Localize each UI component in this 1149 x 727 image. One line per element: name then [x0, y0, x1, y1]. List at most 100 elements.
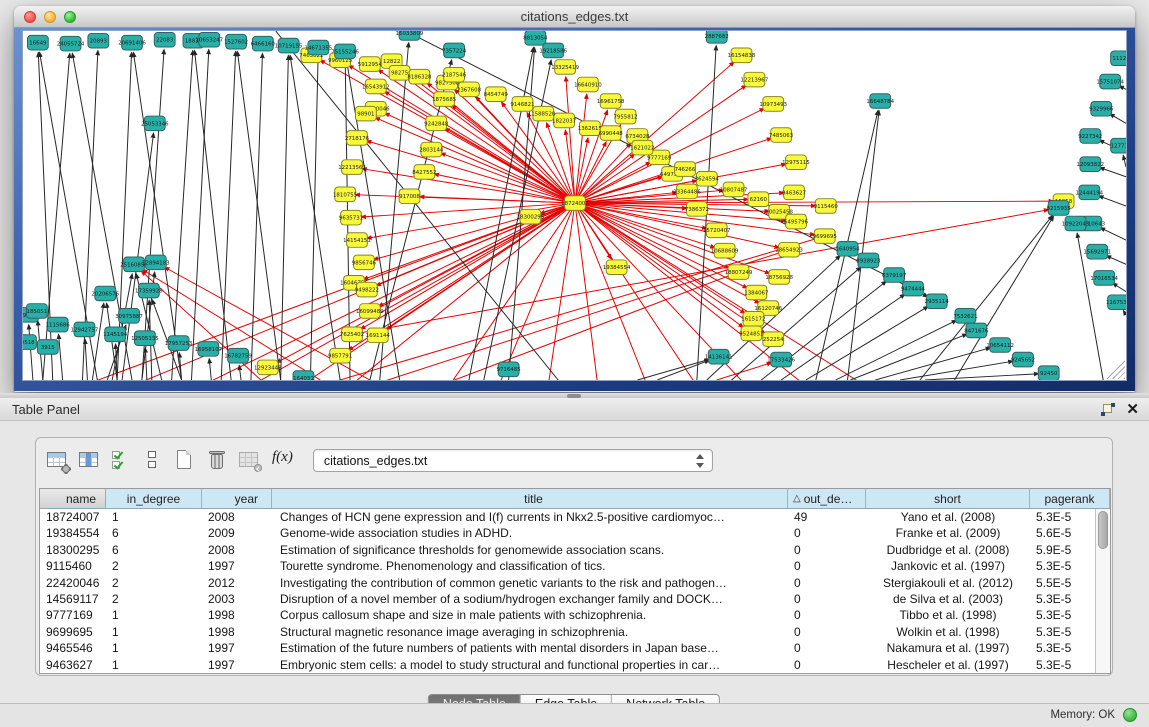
graph-node[interactable]: 10922043 [1062, 216, 1090, 231]
function-builder-icon[interactable]: f(x) [270, 449, 295, 471]
cell-name[interactable]: 19384554 [40, 525, 106, 541]
cell-name[interactable]: 22420046 [40, 575, 106, 591]
graph-node[interactable]: 17533426 [767, 352, 795, 367]
column-visibility-checklist-icon[interactable] [110, 449, 132, 471]
graph-node[interactable]: 1145194 [103, 327, 128, 342]
table-row[interactable]: 977716911998Corpus callosum shape and si… [40, 607, 1110, 623]
graph-node[interactable]: 9474444 [901, 281, 926, 296]
network-canvas[interactable]: 1872400718300295193845549777169649756874… [22, 30, 1127, 381]
edge[interactable] [1099, 196, 1126, 206]
selected-node[interactable]: 16543912 [362, 79, 390, 94]
selected-node[interactable]: 252254 [763, 332, 784, 347]
selected-node[interactable]: 14154151 [343, 233, 371, 248]
graph-node[interactable]: 50518 [23, 335, 36, 350]
cell-name[interactable]: 9115460 [40, 558, 106, 574]
graph-node[interactable]: 15692971 [1083, 244, 1111, 259]
cell-year[interactable]: 1997 [202, 657, 272, 673]
graph-node[interactable]: 1167533 [1106, 295, 1126, 310]
cell-in_degree[interactable]: 1 [106, 509, 202, 525]
selected-node[interactable]: 1875685 [432, 92, 456, 107]
graph-node[interactable]: 16648784 [866, 94, 894, 109]
cell-in_degree[interactable]: 1 [106, 657, 202, 673]
cell-out_degree[interactable]: 0 [788, 525, 866, 541]
graph-node[interactable]: 12942757 [71, 322, 99, 337]
cell-year[interactable]: 2012 [202, 575, 272, 591]
graph-node[interactable]: 2887682 [705, 31, 729, 43]
cell-name[interactable]: 9699695 [40, 624, 106, 640]
graph-node[interactable]: 12894183 [142, 255, 170, 270]
selected-node[interactable]: 1384067 [744, 285, 768, 300]
selected-node[interactable]: 23364486 [673, 184, 701, 199]
selected-node[interactable]: 1810755 [333, 187, 357, 202]
graph-node[interactable]: 16782759 [224, 348, 252, 363]
edge[interactable] [637, 359, 709, 380]
cell-title[interactable]: Changes of HCN gene expression and I(f) … [272, 509, 788, 525]
table-row[interactable]: 946362711997Embryonic stem cells: a mode… [40, 657, 1110, 673]
cell-in_degree[interactable]: 6 [106, 542, 202, 558]
cell-short[interactable]: Yano et al. (2008) [866, 509, 1030, 525]
graph-node[interactable]: 7532621 [953, 309, 977, 324]
delete-table-icon[interactable] [206, 449, 228, 471]
selected-node[interactable]: 1588520 [531, 106, 556, 121]
cell-title[interactable]: Corpus callosum shape and size in male p… [272, 607, 788, 623]
cell-out_degree[interactable]: 0 [788, 607, 866, 623]
edge[interactable] [221, 51, 235, 380]
edge[interactable] [850, 334, 967, 380]
selected-node[interactable]: 62160 [748, 192, 769, 207]
cell-title[interactable]: Genome-wide association studies in ADHD. [272, 525, 788, 541]
column-header-short[interactable]: short [866, 489, 1030, 509]
selected-edge[interactable] [350, 203, 575, 380]
cell-short[interactable]: de Silva et al. (2003) [866, 591, 1030, 607]
selected-node[interactable]: 10973493 [759, 97, 787, 112]
table-row[interactable]: 969969511998Structural magnetic resonanc… [40, 624, 1110, 640]
selected-node[interactable]: 9498222 [355, 282, 379, 297]
selected-node[interactable]: 12213967 [741, 72, 769, 87]
cell-out_degree[interactable]: 0 [788, 640, 866, 656]
cell-in_degree[interactable]: 1 [106, 607, 202, 623]
selected-node[interactable]: 746266 [675, 162, 696, 177]
table-row[interactable]: 1872400712008Changes of HCN gene express… [40, 509, 1110, 525]
column-header-name[interactable]: name [40, 489, 106, 509]
selected-node[interactable]: 9856746 [352, 255, 377, 270]
graph-node[interactable]: 30975887 [115, 309, 143, 324]
graph-node[interactable]: 16033809 [396, 31, 424, 40]
selected-node[interactable]: 2367608 [457, 82, 482, 97]
selected-node[interactable]: 2718176 [345, 131, 370, 146]
edge[interactable] [1100, 167, 1126, 176]
graph-node[interactable]: 15751074 [1096, 74, 1124, 89]
graph-node[interactable]: 7357224 [442, 43, 467, 58]
edge[interactable] [1123, 311, 1126, 315]
graph-node[interactable]: 17016534 [1090, 271, 1118, 286]
graph-node[interactable]: 12505135 [131, 331, 159, 346]
selected-node[interactable]: 16154838 [728, 48, 756, 63]
edge[interactable] [1113, 283, 1126, 291]
table-settings-icon[interactable] [46, 449, 68, 471]
cell-in_degree[interactable]: 6 [106, 525, 202, 541]
selected-node[interactable]: 2187546 [442, 67, 467, 82]
cell-short[interactable]: Tibbo et al. (1998) [866, 607, 1030, 623]
edge[interactable] [1100, 228, 1126, 240]
column-header-year[interactable]: year [202, 489, 272, 509]
cell-year[interactable]: 2008 [202, 509, 272, 525]
selected-node[interactable]: 9242848 [424, 116, 449, 131]
network-view-window[interactable]: citations_edges.txt 18724007183002951938… [14, 6, 1135, 392]
selected-edge[interactable] [548, 203, 575, 380]
graph-node[interactable]: 164031 [293, 371, 314, 380]
column-header-out_degree[interactable]: △out_de… [788, 489, 866, 509]
selected-node[interactable]: 10688609 [711, 243, 739, 258]
selected-edge[interactable] [373, 203, 575, 260]
selected-edge[interactable] [717, 363, 772, 380]
cell-short[interactable]: Franke et al. (2009) [866, 525, 1030, 541]
graph-node[interactable]: 1527602 [224, 34, 248, 49]
graph-node[interactable]: 16958107 [195, 342, 223, 357]
graph-node[interactable]: 6466160 [251, 36, 276, 51]
selected-node[interactable]: 9524851 [739, 326, 763, 341]
selected-node[interactable]: 10807487 [720, 182, 748, 197]
edge[interactable] [145, 348, 147, 380]
edge[interactable] [1123, 155, 1126, 167]
graph-node[interactable]: 10654112 [986, 338, 1014, 353]
graph-node[interactable]: 17957253 [165, 336, 193, 351]
cell-in_degree[interactable]: 1 [106, 624, 202, 640]
graph-node[interactable]: 9227342 [1078, 129, 1102, 144]
selected-node[interactable]: 1822037 [552, 113, 576, 128]
